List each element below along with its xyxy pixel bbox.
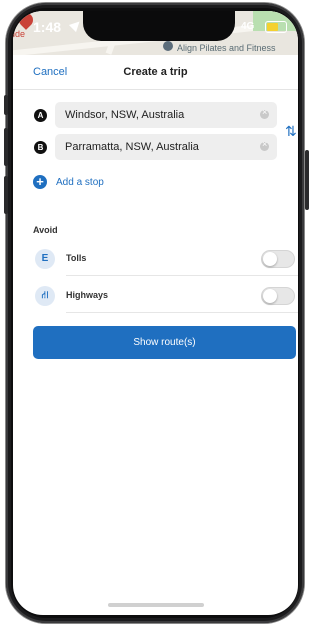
- home-indicator: [108, 603, 204, 607]
- location-arrow-icon: [68, 17, 84, 33]
- header: Create a trip Cancel: [13, 63, 298, 85]
- avoid-highways-label: Highways: [66, 290, 109, 300]
- signal-indicator: 4G: [241, 21, 255, 32]
- row-divider: [66, 312, 298, 313]
- destination-field[interactable]: Parramatta, NSW, Australia: [55, 134, 277, 160]
- volume-up-button: [4, 128, 8, 166]
- clear-origin-icon[interactable]: [260, 107, 269, 119]
- cancel-button[interactable]: Cancel: [33, 66, 67, 78]
- notch: [83, 11, 235, 41]
- highway-icon: ⛙: [35, 286, 55, 306]
- phone-screen: ide Align Pilates and Fitness 1:48 4G Cr…: [13, 11, 298, 615]
- origin-value: Windsor, NSW, Australia: [65, 109, 185, 121]
- destination-value: Parramatta, NSW, Australia: [65, 141, 199, 153]
- stop-b-badge: B: [34, 141, 47, 154]
- plus-icon: +: [33, 175, 47, 189]
- avoid-heading: Avoid: [33, 225, 58, 235]
- origin-field[interactable]: Windsor, NSW, Australia: [55, 102, 277, 128]
- row-divider: [66, 275, 298, 276]
- map-label-left: ide: [13, 29, 26, 39]
- toggle-knob: [263, 289, 277, 303]
- clear-destination-icon[interactable]: [260, 139, 269, 151]
- power-button: [305, 150, 309, 210]
- avoid-tolls-label: Tolls: [66, 253, 87, 263]
- toll-icon: E: [35, 249, 55, 269]
- avoid-tolls-toggle[interactable]: [261, 250, 295, 268]
- stop-a-badge: A: [34, 109, 47, 122]
- status-bar: ide Align Pilates and Fitness 1:48 4G: [13, 11, 298, 55]
- header-divider: [13, 89, 298, 90]
- map-place-icon: [163, 41, 173, 51]
- volume-down-button: [4, 176, 8, 214]
- battery-level: [267, 23, 278, 31]
- status-time: 1:48: [33, 19, 62, 35]
- swap-stops-icon[interactable]: ⇅: [285, 123, 297, 140]
- map-place-label: Align Pilates and Fitness: [177, 43, 276, 53]
- toggle-knob: [263, 252, 277, 266]
- mute-switch: [4, 95, 8, 115]
- avoid-highways-toggle[interactable]: [261, 287, 295, 305]
- show-routes-button[interactable]: Show route(s): [33, 326, 296, 359]
- battery-icon: [265, 21, 287, 33]
- avoid-tolls-row: E Tolls: [13, 242, 298, 276]
- add-stop-label: Add a stop: [56, 177, 104, 188]
- avoid-highways-row: ⛙ Highways: [13, 279, 298, 313]
